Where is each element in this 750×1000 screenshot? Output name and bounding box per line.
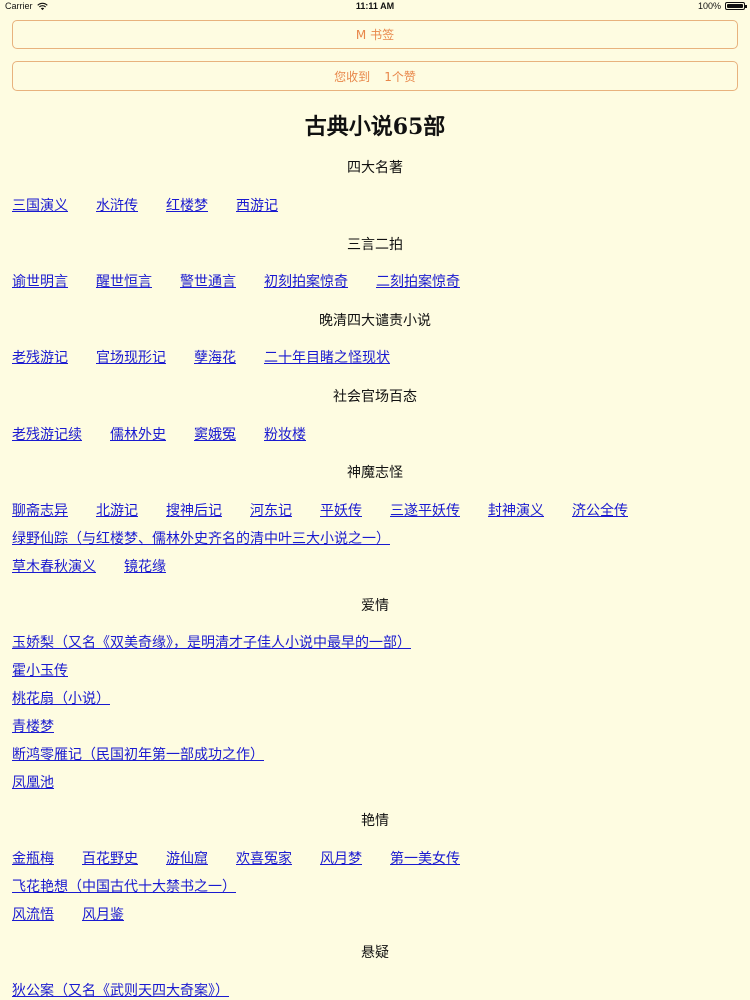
likes-button[interactable]: 您收到 1个赞 xyxy=(12,61,738,91)
book-link[interactable]: 风月鉴 xyxy=(82,904,124,924)
book-link[interactable]: 二刻拍案惊奇 xyxy=(376,271,460,291)
link-row: 老残游记续 儒林外史 窦娥冤 粉妆楼 xyxy=(12,424,306,444)
book-link[interactable]: 第一美女传 xyxy=(390,848,460,868)
book-link[interactable]: 儒林外史 xyxy=(110,424,166,444)
book-link[interactable]: 二十年目睹之怪现状 xyxy=(264,347,390,367)
book-link[interactable]: 霍小玉传 xyxy=(12,660,68,680)
book-link[interactable]: 河东记 xyxy=(250,500,292,520)
book-link[interactable]: 三遂平妖传 xyxy=(390,500,460,520)
link-row: 草木春秋演义 镜花缘 xyxy=(12,556,166,576)
book-link[interactable]: 镜花缘 xyxy=(124,556,166,576)
link-row: 老残游记 官场现形记 孽海花 二十年目睹之怪现状 xyxy=(12,347,390,367)
battery-icon xyxy=(725,2,747,10)
likes-prefix: 您收到 xyxy=(334,69,371,84)
book-link[interactable]: 封神演义 xyxy=(488,500,544,520)
link-row: 绿野仙踪（与红楼梦、儒林外史齐名的清中叶三大小说之一） xyxy=(12,528,390,548)
book-link[interactable]: 风流悟 xyxy=(12,904,54,924)
link-row: 霍小玉传 xyxy=(12,660,68,680)
book-link[interactable]: 孽海花 xyxy=(194,347,236,367)
book-link[interactable]: 凤凰池 xyxy=(12,772,54,792)
link-row: 玉娇梨（又名《双美奇缘》，是明清才子佳人小说中最早的一部） xyxy=(12,632,411,652)
book-link[interactable]: 北游记 xyxy=(96,500,138,520)
clock: 11:11 AM xyxy=(355,1,395,11)
bookmark-button[interactable]: M 书签 xyxy=(12,20,738,49)
link-row: 断鸿零雁记（民国初年第一部成功之作） xyxy=(12,744,264,764)
battery-area: 100% xyxy=(697,1,747,11)
link-row: 金瓶梅 百花野史 游仙窟 欢喜冤家 风月梦 第一美女传 xyxy=(12,848,460,868)
link-row: 风流悟 风月鉴 xyxy=(12,904,124,924)
book-link[interactable]: 聊斋志异 xyxy=(12,500,68,520)
book-link[interactable]: 狄公案（又名《武则天四大奇案》） xyxy=(12,980,229,1000)
book-link[interactable]: 断鸿零雁记（民国初年第一部成功之作） xyxy=(12,744,264,764)
book-link[interactable]: 官场现形记 xyxy=(96,347,166,367)
book-link[interactable]: 窦娥冤 xyxy=(194,424,236,444)
book-link[interactable]: 玉娇梨（又名《双美奇缘》，是明清才子佳人小说中最早的一部） xyxy=(12,632,411,652)
section-title: 四大名著 xyxy=(347,160,403,176)
battery-percent: 100% xyxy=(697,1,721,11)
book-link[interactable]: 老残游记 xyxy=(12,347,68,367)
book-link[interactable]: 粉妆楼 xyxy=(264,424,306,444)
book-link[interactable]: 济公全传 xyxy=(572,500,628,520)
link-row: 桃花扇（小说） xyxy=(12,688,110,708)
page-title: 古典小说65部 xyxy=(304,114,446,140)
book-link[interactable]: 水浒传 xyxy=(96,195,138,215)
link-row: 谕世明言 醒世恒言 警世通言 初刻拍案惊奇 二刻拍案惊奇 xyxy=(12,271,460,291)
book-link[interactable]: 谕世明言 xyxy=(12,271,68,291)
book-link[interactable]: 警世通言 xyxy=(180,271,236,291)
link-row: 聊斋志异 北游记 搜神后记 河东记 平妖传 三遂平妖传 封神演义 济公全传 xyxy=(12,500,628,520)
link-row: 青楼梦 xyxy=(12,716,54,736)
section-title: 艳情 xyxy=(361,813,389,829)
link-row: 飞花艳想（中国古代十大禁书之一） xyxy=(12,876,236,896)
book-link[interactable]: 金瓶梅 xyxy=(12,848,54,868)
book-link[interactable]: 西游记 xyxy=(236,195,278,215)
bookmark-label: M 书签 xyxy=(355,28,395,42)
section-title: 晚清四大谴责小说 xyxy=(319,313,431,329)
book-link[interactable]: 青楼梦 xyxy=(12,716,54,736)
section-title: 社会官场百态 xyxy=(333,389,417,405)
book-link[interactable]: 百花野史 xyxy=(82,848,138,868)
book-link[interactable]: 平妖传 xyxy=(320,500,362,520)
status-bar: Carrier 11:11 AM 100% xyxy=(0,0,750,14)
book-link[interactable]: 草木春秋演义 xyxy=(12,556,96,576)
book-link[interactable]: 桃花扇（小说） xyxy=(12,688,110,708)
book-link[interactable]: 游仙窟 xyxy=(166,848,208,868)
book-link[interactable]: 醒世恒言 xyxy=(96,271,152,291)
book-link[interactable]: 风月梦 xyxy=(320,848,362,868)
book-link[interactable]: 搜神后记 xyxy=(166,500,222,520)
section-title: 神魔志怪 xyxy=(347,465,403,481)
book-link[interactable]: 三国演义 xyxy=(12,195,68,215)
book-link[interactable]: 老残游记续 xyxy=(12,424,82,444)
book-link[interactable]: 红楼梦 xyxy=(166,195,208,215)
section-title: 爱情 xyxy=(361,598,389,614)
link-row: 凤凰池 xyxy=(12,772,54,792)
likes-suffix: 1个赞 xyxy=(384,69,416,84)
book-link[interactable]: 绿野仙踪（与红楼梦、儒林外史齐名的清中叶三大小说之一） xyxy=(12,528,390,548)
section-title: 悬疑 xyxy=(361,945,389,961)
book-link[interactable]: 初刻拍案惊奇 xyxy=(264,271,348,291)
section-title: 三言二拍 xyxy=(347,237,403,253)
book-link[interactable]: 飞花艳想（中国古代十大禁书之一） xyxy=(12,876,236,896)
link-row: 三国演义 水浒传 红楼梦 西游记 xyxy=(12,195,278,215)
book-link[interactable]: 欢喜冤家 xyxy=(236,848,292,868)
link-row: 狄公案（又名《武则天四大奇案》） xyxy=(12,980,229,1000)
